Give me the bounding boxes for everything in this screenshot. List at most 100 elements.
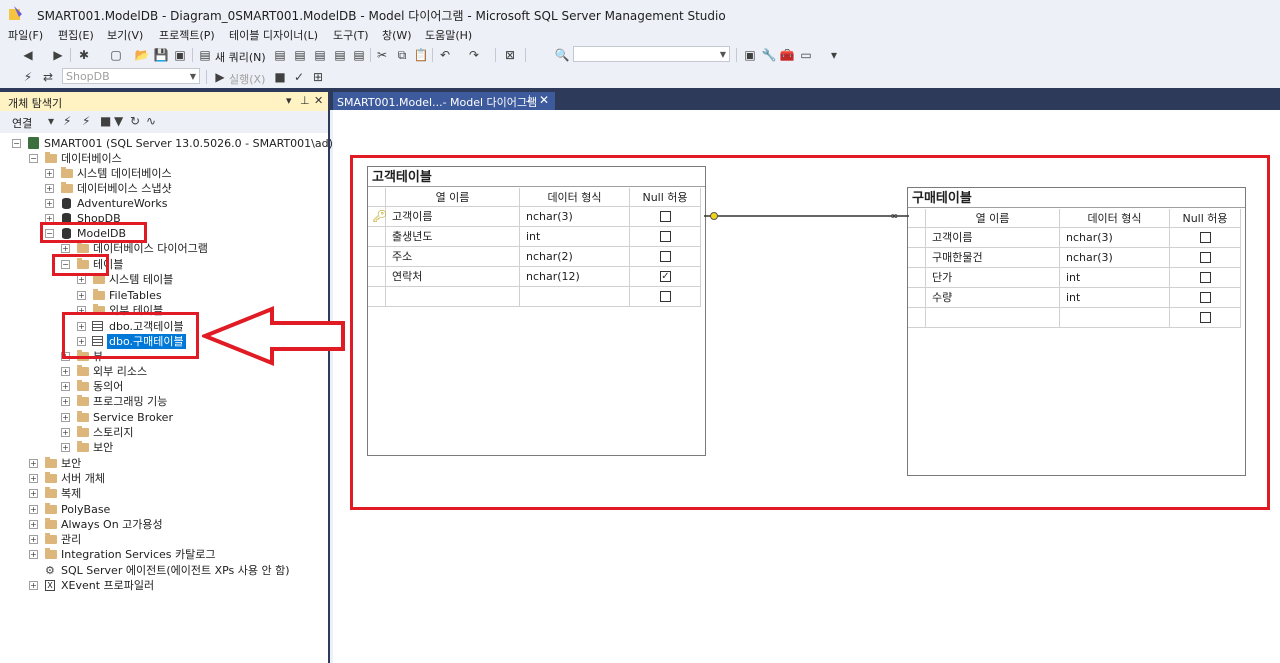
- menu-window[interactable]: 창(W): [382, 27, 412, 43]
- paste-icon[interactable]: 📋: [413, 47, 429, 63]
- object-explorer-panel: 개체 탐색기 ▾ ⊥ ✕ 연결 ▾ ⚡ ⚡ ■ ▼ ↻ ∿ − SMART001…: [0, 92, 333, 663]
- tree-label: 스토리지: [93, 426, 134, 439]
- expand-icon[interactable]: +: [61, 443, 70, 452]
- forward-icon[interactable]: ▶: [50, 47, 66, 63]
- mdx-query-icon[interactable]: ▤: [292, 47, 308, 63]
- connect-button[interactable]: 연결: [12, 115, 32, 131]
- menu-file[interactable]: 파일(F): [8, 27, 43, 43]
- expand-icon[interactable]: +: [61, 382, 70, 391]
- tree-label: Integration Services 카탈로그: [61, 548, 216, 561]
- back-icon[interactable]: ◀: [20, 47, 36, 63]
- dmx-query-icon[interactable]: ▤: [312, 47, 328, 63]
- cut-icon[interactable]: ✂: [374, 47, 390, 63]
- new-project-icon[interactable]: ✱: [76, 47, 92, 63]
- agent-icon: ⚙: [45, 564, 55, 577]
- solution-explorer-icon[interactable]: ⊠: [502, 47, 518, 63]
- database-engine-query-icon[interactable]: ▤: [272, 47, 288, 63]
- expand-icon[interactable]: +: [61, 413, 70, 422]
- execute-icon[interactable]: ▶: [212, 69, 228, 85]
- menu-edit[interactable]: 편집(E): [58, 27, 94, 43]
- activity-monitor-icon[interactable]: ▣: [742, 47, 758, 63]
- open-file-icon[interactable]: 📂: [134, 47, 150, 63]
- expand-icon[interactable]: +: [29, 459, 38, 468]
- expand-icon[interactable]: +: [61, 244, 70, 253]
- collapse-icon[interactable]: −: [12, 139, 21, 148]
- menu-table-designer[interactable]: 테이블 디자이너(L): [229, 27, 318, 43]
- collapse-icon[interactable]: −: [29, 154, 38, 163]
- folder-icon: [45, 152, 57, 163]
- folder-icon: [77, 441, 89, 452]
- redo-icon[interactable]: ↷: [466, 47, 482, 63]
- find-combo[interactable]: ▼: [573, 46, 730, 62]
- close-icon[interactable]: ✕: [539, 93, 549, 107]
- ssms-app-icon: [9, 6, 22, 20]
- connect-plug-icon[interactable]: ⚡: [63, 114, 71, 128]
- expand-icon[interactable]: +: [29, 550, 38, 559]
- save-all-icon[interactable]: ▣: [172, 47, 188, 63]
- expand-icon[interactable]: +: [29, 474, 38, 483]
- copy-icon[interactable]: ⧉: [394, 47, 410, 63]
- expand-icon[interactable]: +: [61, 428, 70, 437]
- expand-icon[interactable]: +: [45, 169, 54, 178]
- filter-icon[interactable]: ▼: [114, 114, 123, 128]
- xevent-icon: X: [45, 580, 55, 591]
- stop-icon[interactable]: ■: [100, 114, 111, 128]
- expand-icon[interactable]: +: [45, 199, 54, 208]
- parse-icon[interactable]: ✓: [291, 69, 307, 85]
- menu-project[interactable]: 프로젝트(P): [159, 27, 215, 43]
- panel-dropdown-icon[interactable]: ▾: [286, 94, 292, 107]
- add-item-icon[interactable]: ▢: [108, 47, 124, 63]
- pin-icon[interactable]: ⊥: [300, 94, 310, 107]
- expand-icon[interactable]: +: [61, 367, 70, 376]
- menu-help[interactable]: 도움말(H): [425, 27, 472, 43]
- dax-query-icon[interactable]: ▤: [351, 47, 367, 63]
- tree-label: XEvent 프로파일러: [61, 579, 155, 592]
- save-icon[interactable]: 💾: [153, 47, 169, 63]
- available-databases-combo[interactable]: ShopDB ▼: [62, 68, 200, 84]
- expand-icon[interactable]: +: [29, 535, 38, 544]
- server-icon: [28, 137, 39, 149]
- toolbar-options-icon[interactable]: ▾: [826, 47, 842, 63]
- expand-icon[interactable]: +: [45, 184, 54, 193]
- properties-icon[interactable]: 🔧: [761, 47, 777, 63]
- execute-button[interactable]: 실행(X): [229, 71, 265, 87]
- find-icon[interactable]: 🔍: [554, 47, 570, 63]
- refresh-icon[interactable]: ↻: [130, 114, 140, 128]
- tree-label: PolyBase: [61, 503, 111, 516]
- expand-icon[interactable]: +: [29, 520, 38, 529]
- menu-view[interactable]: 보기(V): [107, 27, 143, 43]
- expand-icon[interactable]: +: [29, 581, 38, 590]
- xmla-query-icon[interactable]: ▤: [332, 47, 348, 63]
- connect-dropdown-icon[interactable]: ▾: [48, 114, 54, 128]
- pin-icon[interactable]: ⊥: [525, 94, 534, 105]
- toolbox-icon[interactable]: 🧰: [779, 47, 795, 63]
- folder-icon: [77, 365, 89, 376]
- expand-icon[interactable]: +: [77, 291, 86, 300]
- folder-icon: [45, 533, 57, 544]
- disconnect-icon[interactable]: ⚡: [82, 114, 90, 128]
- connect-icon[interactable]: ⚡: [20, 69, 36, 85]
- tree-label: FileTables: [109, 289, 162, 302]
- undo-icon[interactable]: ↶: [437, 47, 453, 63]
- new-query-button[interactable]: 새 쿼리(N): [215, 49, 266, 65]
- expand-icon[interactable]: +: [77, 275, 86, 284]
- expand-icon[interactable]: +: [29, 489, 38, 498]
- menu-tools[interactable]: 도구(T): [333, 27, 369, 43]
- database-icon: [62, 198, 71, 209]
- menu-bar: 파일(F) 편집(E) 보기(V) 프로젝트(P) 테이블 디자이너(L) 도구…: [0, 26, 1280, 44]
- change-connection-icon[interactable]: ⇄: [40, 69, 56, 85]
- folder-icon: [93, 289, 105, 300]
- expand-icon[interactable]: +: [61, 397, 70, 406]
- activity-icon[interactable]: ∿: [146, 114, 156, 128]
- tree-label: 복제: [61, 487, 82, 500]
- folder-icon: [77, 380, 89, 391]
- display-plan-icon[interactable]: ⊞: [310, 69, 326, 85]
- expand-icon[interactable]: +: [29, 505, 38, 514]
- cancel-query-icon[interactable]: ■: [272, 69, 288, 85]
- folder-icon: [45, 518, 57, 529]
- folder-icon: [45, 457, 57, 468]
- new-query-icon[interactable]: ▤: [197, 47, 213, 63]
- window-layout-icon[interactable]: ▭: [798, 47, 814, 63]
- close-icon[interactable]: ✕: [314, 94, 323, 107]
- tab-model-diagram[interactable]: SMART001.Model...- Model 다이어그램 ⊥ ✕: [333, 92, 555, 110]
